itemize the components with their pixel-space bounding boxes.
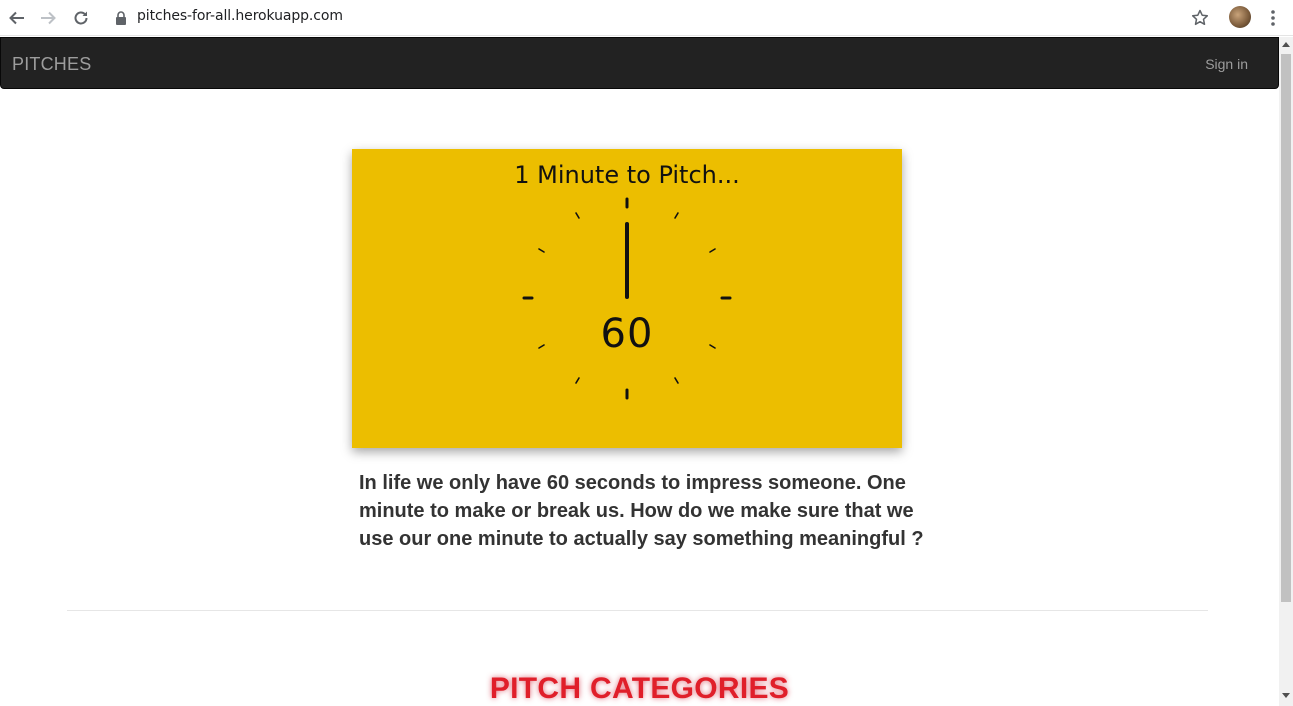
pitch-categories-heading: PITCH CATEGORIES	[489, 672, 790, 705]
countdown-number: 60	[600, 311, 654, 357]
scroll-up-icon[interactable]	[1279, 41, 1293, 51]
hero-title: 1 Minute to Pitch...	[514, 161, 740, 189]
hero-banner: 1 Minute to Pitch... 60	[352, 149, 902, 448]
stopwatch-icon	[522, 197, 732, 400]
kebab-menu-icon[interactable]	[1262, 7, 1284, 29]
intro-paragraph: In life we only have 60 seconds to impre…	[359, 472, 924, 550]
reload-icon[interactable]	[70, 7, 92, 29]
sign-in-link[interactable]: Sign in	[1205, 56, 1248, 72]
scrollbar-thumb[interactable]	[1281, 54, 1291, 602]
avatar[interactable]	[1229, 6, 1251, 28]
lock-icon	[114, 10, 128, 26]
browser-toolbar: pitches-for-all.herokuapp.com	[0, 0, 1293, 36]
site-navbar: PITCHES Sign in	[0, 37, 1279, 89]
vertical-scrollbar[interactable]	[1279, 37, 1293, 706]
forward-arrow-icon[interactable]	[37, 7, 59, 29]
brand-link[interactable]: PITCHES	[12, 54, 91, 75]
back-arrow-icon[interactable]	[6, 7, 28, 29]
star-icon[interactable]	[1189, 7, 1211, 29]
address-bar[interactable]: pitches-for-all.herokuapp.com	[137, 8, 343, 24]
section-divider	[67, 610, 1208, 611]
scroll-down-icon[interactable]	[1279, 693, 1293, 703]
